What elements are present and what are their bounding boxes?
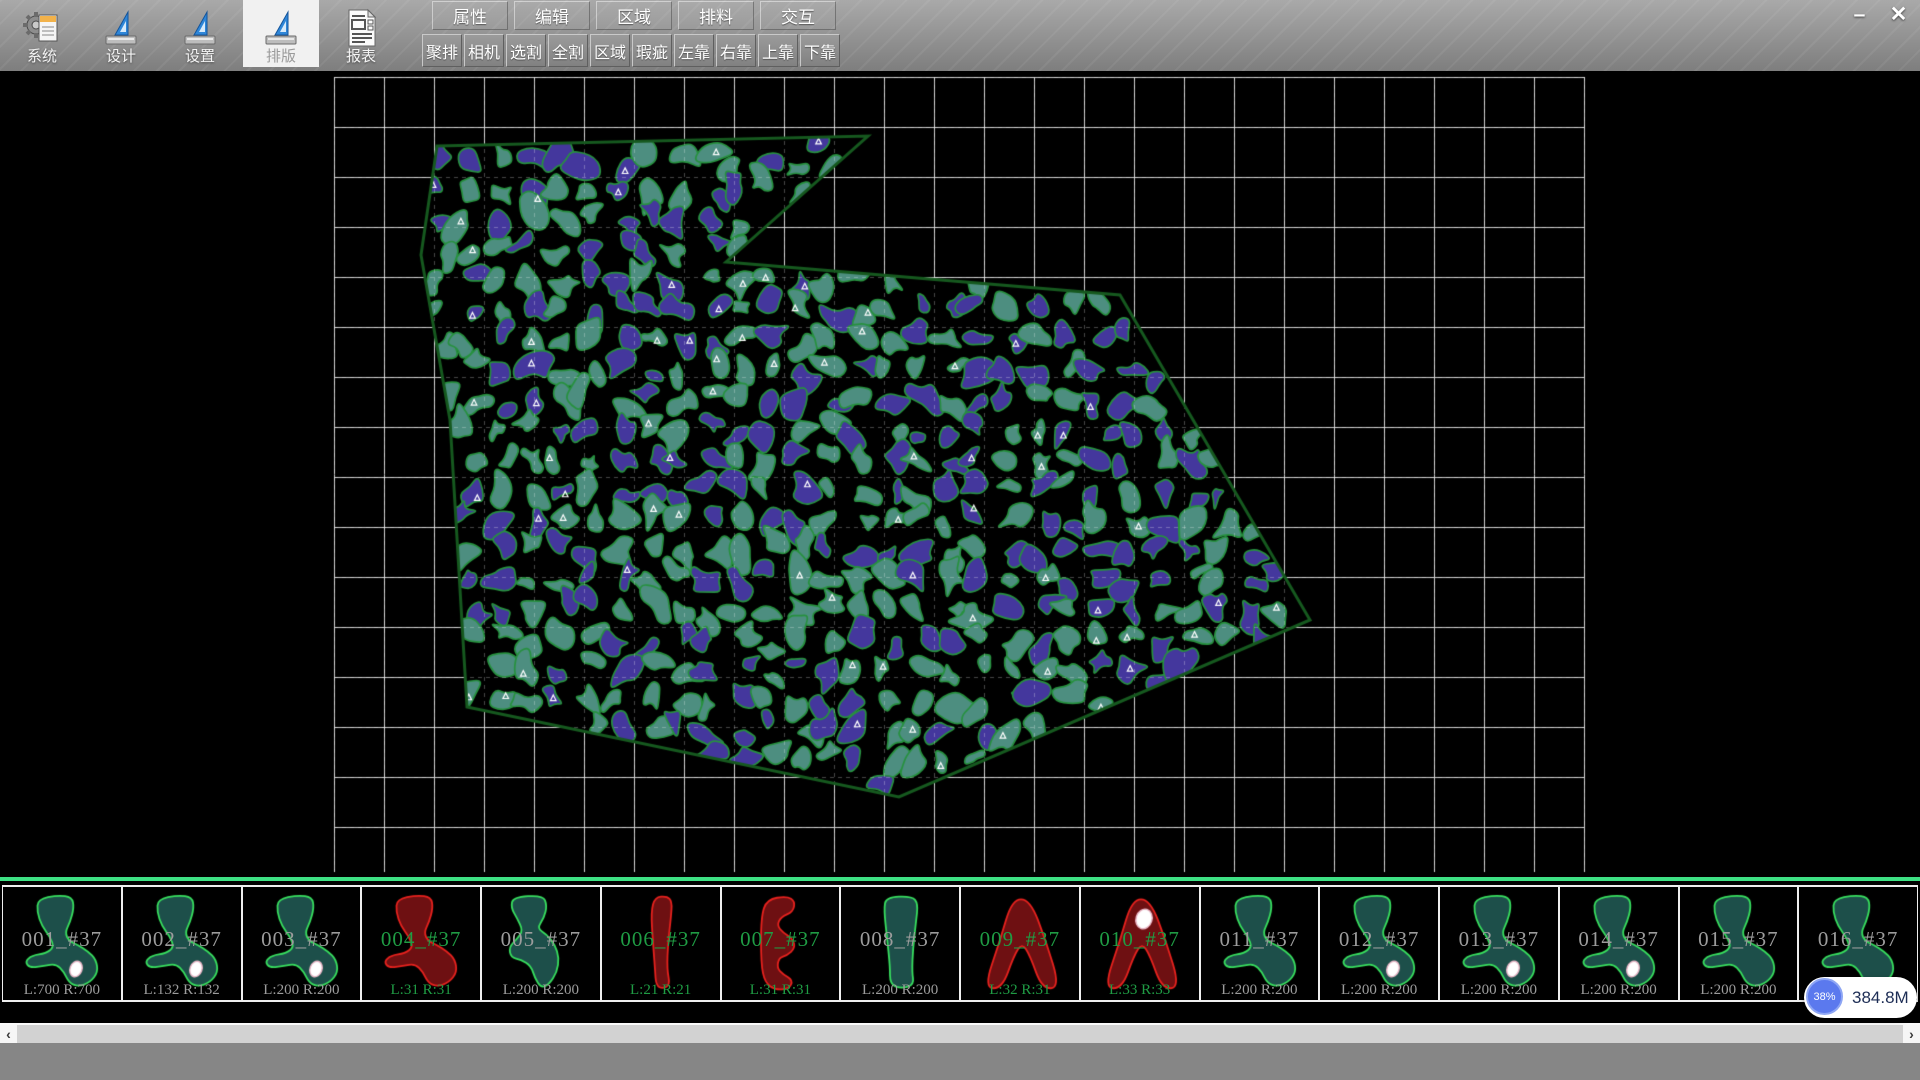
thumbnail-cell-006_#37[interactable]: 006_#37L:21 R:21: [601, 885, 721, 1002]
close-button[interactable]: ✕: [1879, 2, 1918, 27]
main-button-settings[interactable]: 设置: [162, 0, 238, 67]
thumbnail-piece-canvas: [363, 887, 478, 1000]
tool-button-1[interactable]: 聚排: [422, 34, 462, 67]
thumbnail-piece-canvas: [962, 887, 1077, 1000]
main-button-system[interactable]: 系统: [4, 0, 80, 67]
tool-button-7[interactable]: 左靠: [674, 34, 714, 67]
horizontal-scrollbar[interactable]: ‹ ›: [0, 1023, 1920, 1043]
menu-tab-5[interactable]: 交互: [760, 1, 836, 30]
thumbnail-cell-005_#37[interactable]: 005_#37L:200 R:200: [481, 885, 601, 1002]
menu-tab-row: 属性编辑区域排料交互: [432, 1, 842, 30]
menu-tab-2[interactable]: 编辑: [514, 1, 590, 30]
status-bar: [0, 1043, 1920, 1080]
main-button-nesting[interactable]: 排版: [243, 0, 319, 67]
thumbnail-piece-canvas: [1082, 887, 1197, 1000]
scroll-left-button[interactable]: ‹: [0, 1025, 17, 1043]
thumbnail-cell-012_#37[interactable]: 012_#37L:200 R:200: [1319, 885, 1439, 1002]
tool-button-8[interactable]: 右靠: [716, 34, 756, 67]
main-button-design[interactable]: 设计: [83, 0, 159, 67]
thumbnail-cell-015_#37[interactable]: 015_#37L:200 R:200: [1679, 885, 1799, 1002]
piece-thumbnail-strip: 001_#37L:700 R:700002_#37L:132 R:132003_…: [2, 885, 1918, 1002]
main-button-label: 排版: [266, 49, 296, 65]
minimize-button[interactable]: –: [1840, 2, 1879, 27]
menu-tab-4[interactable]: 排料: [678, 1, 754, 30]
thumbnail-piece-canvas: [4, 887, 119, 1000]
thumbnail-piece-canvas: [1202, 887, 1317, 1000]
memory-size-label: 384.8M: [1852, 977, 1909, 1018]
tool-button-4[interactable]: 全割: [548, 34, 588, 67]
main-button-label: 报表: [346, 49, 376, 65]
set-square-icon: [101, 7, 141, 49]
thumbnail-cell-010_#37[interactable]: 010_#37L:33 R:33: [1080, 885, 1200, 1002]
main-button-label: 设置: [185, 49, 215, 65]
thumbnail-cell-007_#37[interactable]: 007_#37L:31 R:31: [721, 885, 841, 1002]
menu-tab-3[interactable]: 区域: [596, 1, 672, 30]
gear-doc-icon: [22, 7, 62, 49]
thumbnail-cell-014_#37[interactable]: 014_#37L:200 R:200: [1559, 885, 1679, 1002]
thumbnail-piece-canvas: [842, 887, 957, 1000]
tool-button-3[interactable]: 选割: [506, 34, 546, 67]
tool-button-row: 聚排相机选割全割区域瑕疵左靠右靠上靠下靠: [422, 34, 842, 68]
thumbnail-cell-008_#37[interactable]: 008_#37L:200 R:200: [840, 885, 960, 1002]
main-button-label: 设计: [106, 49, 136, 65]
memory-usage-badge: 38% 384.8M: [1804, 977, 1917, 1018]
thumbnail-piece-canvas: [124, 887, 239, 1000]
thumbnail-cell-009_#37[interactable]: 009_#37L:32 R:31: [960, 885, 1080, 1002]
report-doc-icon: [341, 7, 381, 49]
thumbnail-cell-002_#37[interactable]: 002_#37L:132 R:132: [122, 885, 242, 1002]
thumbnail-piece-canvas: [1321, 887, 1436, 1000]
tool-button-6[interactable]: 瑕疵: [632, 34, 672, 67]
memory-percent-circle: 38%: [1806, 978, 1843, 1015]
main-button-report[interactable]: 报表: [323, 0, 399, 67]
menu-tab-1[interactable]: 属性: [432, 1, 508, 30]
tool-button-9[interactable]: 上靠: [758, 34, 798, 67]
thumbnail-piece-canvas: [483, 887, 598, 1000]
thumbnail-piece-canvas: [603, 887, 718, 1000]
main-button-label: 系统: [27, 49, 57, 65]
tool-button-10[interactable]: 下靠: [800, 34, 840, 67]
thumbnail-cell-004_#37[interactable]: 004_#37L:31 R:31: [361, 885, 481, 1002]
thumbnail-piece-canvas: [1441, 887, 1556, 1000]
set-square-icon: [180, 7, 220, 49]
thumbnail-piece-canvas: [1561, 887, 1676, 1000]
tool-button-5[interactable]: 区域: [590, 34, 630, 67]
thumbnail-cell-011_#37[interactable]: 011_#37L:200 R:200: [1200, 885, 1320, 1002]
thumbnail-cell-003_#37[interactable]: 003_#37L:200 R:200: [242, 885, 362, 1002]
thumbnail-piece-canvas: [244, 887, 359, 1000]
set-square-icon: [261, 7, 301, 49]
scroll-right-button[interactable]: ›: [1903, 1025, 1920, 1043]
thumbnail-cell-013_#37[interactable]: 013_#37L:200 R:200: [1439, 885, 1559, 1002]
window-controls: – ✕: [1840, 2, 1918, 27]
tool-button-2[interactable]: 相机: [464, 34, 504, 67]
thumbnail-piece-canvas: [723, 887, 838, 1000]
thumbnail-cell-001_#37[interactable]: 001_#37L:700 R:700: [2, 885, 122, 1002]
strip-separator-line: [0, 877, 1920, 881]
nesting-workspace-canvas[interactable]: [0, 71, 1920, 877]
thumbnail-piece-canvas: [1681, 887, 1796, 1000]
